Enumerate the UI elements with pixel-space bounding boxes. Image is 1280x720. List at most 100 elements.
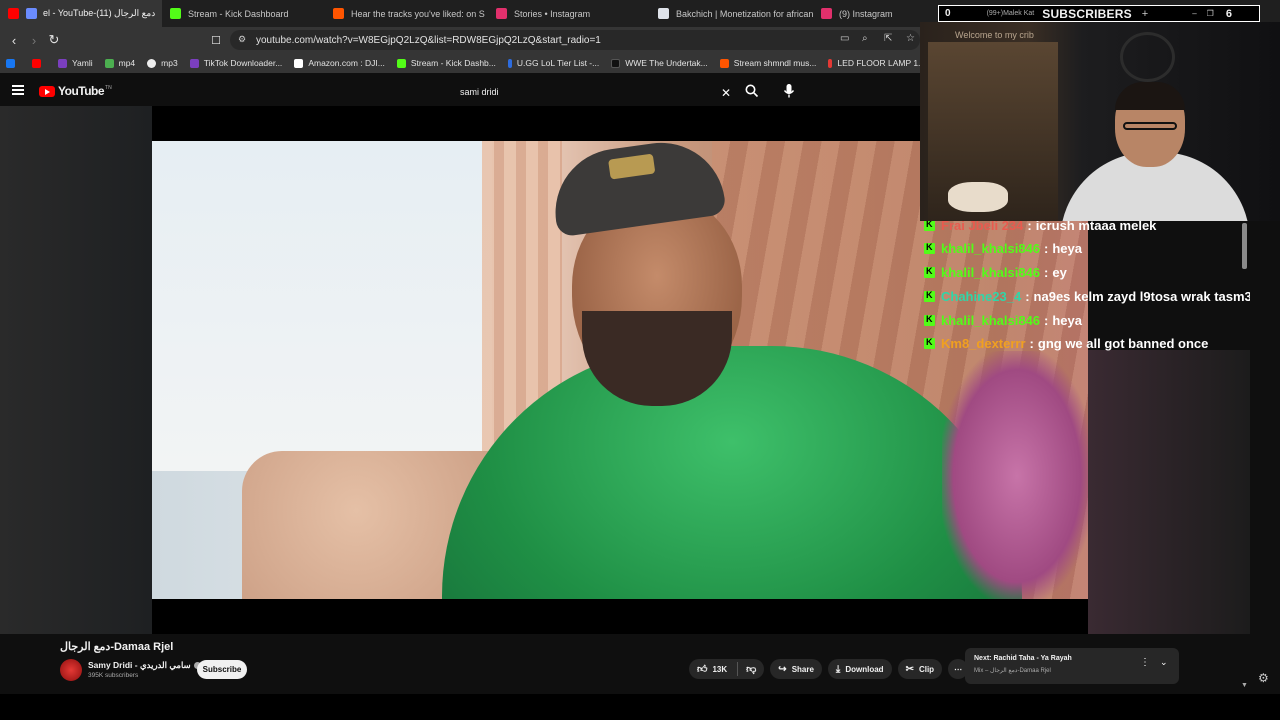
chevron-down-icon[interactable]: ⌄: [1160, 657, 1168, 668]
next-video-title: Next: Rachid Taha - Ya Rayah: [974, 655, 1072, 662]
search-input[interactable]: [453, 87, 703, 97]
tab-youtube[interactable]: el - YouTube-دمع الرجال (11) ✕: [0, 0, 162, 27]
site-info-icon[interactable]: ⚙: [238, 34, 246, 45]
chat-username[interactable]: Km8_dexterrr: [941, 336, 1026, 351]
more-horizontal-icon: ⋯: [954, 664, 963, 674]
forward-icon[interactable]: ›: [24, 33, 44, 48]
cast-icon[interactable]: ▭: [840, 33, 849, 44]
chat-message: khalil_khalsi846 : heya: [924, 310, 1082, 330]
bookmark-kick-dashboard[interactable]: Stream - Kick Dashb...: [396, 58, 496, 68]
like-button[interactable]: 👍︎ 13K 👎︎: [689, 659, 765, 679]
share-button[interactable]: ↪ Share: [770, 659, 822, 679]
bookmark-wwe[interactable]: WWE The Undertak...: [611, 58, 708, 68]
chat-text: ey: [1052, 264, 1067, 280]
thumbs-down-icon[interactable]: 👎︎: [746, 663, 756, 675]
bookmark-mp3[interactable]: mp3: [147, 58, 178, 68]
download-label: Download: [845, 664, 884, 674]
chat-separator: :: [1044, 240, 1049, 256]
lamp-icon: [828, 58, 833, 68]
chat-username[interactable]: khalil_khalsi846: [941, 313, 1040, 328]
share-page-icon[interactable]: ⇱: [884, 33, 892, 44]
download-arrow-icon: [104, 58, 114, 68]
zoom-icon[interactable]: ⌕: [862, 33, 868, 44]
chat-message: khalil_khalsi846 : ey: [924, 262, 1067, 282]
bookmark-label: Stream shmndl mus...: [733, 58, 817, 68]
chat-text: gng we all got banned once: [1037, 335, 1209, 351]
youtube-logo[interactable]: YouTube TN: [39, 84, 112, 98]
chat-message: Km8_dexterrr : gng we all got banned onc…: [924, 333, 1208, 351]
bookmark-facebook[interactable]: [6, 58, 20, 68]
star-icon[interactable]: ☆: [906, 33, 915, 44]
bookmark-yamli[interactable]: Yamli: [58, 58, 93, 68]
url-text: youtube.com/watch?v=W8EGjpQ2LzQ&list=RDW…: [256, 34, 601, 46]
download-button[interactable]: ⤓ Download: [827, 659, 892, 679]
subscriber-counter-overlay: 0 (99+)Malek Kat SUBSCRIBERS + –❐ 6: [938, 5, 1260, 22]
bookmark-label: LED FLOOR LAMP 1...: [837, 58, 926, 68]
back-icon[interactable]: ‹: [4, 33, 24, 48]
page-background-left: [0, 106, 152, 634]
page-background-right: [1088, 350, 1250, 634]
menu-icon[interactable]: [12, 85, 24, 95]
chat-separator: :: [1025, 288, 1030, 304]
instagram-favicon-icon: [496, 8, 507, 19]
search-button[interactable]: [745, 84, 759, 103]
tab-soundcloud[interactable]: Hear the tracks you've liked: on S: [325, 0, 488, 27]
skull-decoration-icon: [1120, 32, 1175, 82]
subscriber-count-text: 395K subscribers: [88, 672, 139, 679]
soundcloud-favicon-icon: [333, 8, 344, 19]
clip-button[interactable]: ✂ Clip: [897, 659, 943, 679]
reload-icon[interactable]: ↻: [44, 32, 64, 48]
channel-name[interactable]: Samy Dridi - سامي الدريدي: [88, 660, 191, 671]
bookmark-mp4[interactable]: mp4: [104, 58, 136, 68]
bookmark-label: mp4: [118, 58, 136, 68]
tab-kick-dashboard[interactable]: Stream - Kick Dashboard: [162, 0, 325, 27]
tab-instagram[interactable]: (9) Instagram: [813, 0, 920, 27]
kick-badge-icon: [924, 266, 935, 278]
bookmark-soundcloud[interactable]: Stream shmndl mus...: [719, 58, 817, 68]
new-tab-icon[interactable]: +: [1142, 8, 1148, 20]
scroll-down-arrow-icon[interactable]: ▼: [1241, 682, 1248, 689]
bookmark-amazon[interactable]: Amazon.com : DJI...: [294, 58, 385, 68]
gear-icon[interactable]: ⚙: [1258, 671, 1269, 685]
bookmark-label: mp3: [161, 58, 178, 68]
tab-bakchich[interactable]: Bakchich | Monetization for african c: [650, 0, 813, 27]
streamer-webcam: Welcome to my crib: [920, 22, 1280, 221]
subscribers-label: SUBSCRIBERS: [1042, 6, 1132, 21]
more-vertical-icon[interactable]: ⋮: [1140, 657, 1150, 668]
next-up-panel[interactable]: Next: Rachid Taha - Ya Rayah Mix – دمع ا…: [965, 648, 1179, 684]
voice-search-button[interactable]: [782, 83, 796, 104]
tab-instagram-stories[interactable]: Stories • Instagram: [488, 0, 650, 27]
window-controls[interactable]: –❐: [1192, 9, 1224, 18]
video-details: دمع الرجال-Damaa Rjel Samy Dridi - سامي …: [0, 634, 1250, 694]
ugg-icon: [507, 58, 512, 68]
address-bar[interactable]: ⚙ youtube.com/watch?v=W8EGjpQ2LzQ&list=R…: [230, 30, 920, 50]
bookmark-ugg[interactable]: U.GG LoL Tier List -...: [507, 58, 599, 68]
search-box: ✕: [452, 81, 740, 103]
bookmark-label: WWE The Undertak...: [625, 58, 708, 68]
scissors-icon: ✂: [905, 663, 914, 675]
bookmark-tiktok-downloader[interactable]: TikTok Downloader...: [189, 58, 283, 68]
close-tab-icon[interactable]: ✕: [155, 7, 162, 20]
chat-scrollbar[interactable]: [1242, 223, 1247, 269]
chat-username[interactable]: khalil_khalsi846: [941, 241, 1040, 256]
subscribe-button[interactable]: Subscribe: [197, 660, 247, 679]
clear-search-icon[interactable]: ✕: [721, 86, 731, 100]
video-actions: 👍︎ 13K 👎︎ ↪ Share ⤓ Download ✂ Clip ⋯: [689, 659, 974, 679]
like-count: 13K: [712, 664, 728, 674]
microphone-icon: [783, 84, 795, 98]
tab-group-icon: [26, 8, 37, 19]
bookmark-led-lamp[interactable]: LED FLOOR LAMP 1...: [828, 58, 925, 68]
tab-label: Stories • Instagram: [514, 8, 591, 19]
tab-label: (9) Instagram: [839, 8, 893, 19]
bookmark-youtube[interactable]: [32, 58, 46, 68]
bookmark-label: TikTok Downloader...: [203, 58, 283, 68]
logo-text: YouTube: [58, 84, 105, 98]
tab-label: el - YouTube-دمع الرجال (11): [43, 8, 156, 18]
chat-username[interactable]: Frai Jbeli 234: [941, 221, 1023, 233]
channel-name-row[interactable]: Samy Dridi - سامي الدريدي: [88, 660, 201, 671]
search-icon: [745, 84, 759, 98]
chat-username[interactable]: Chahine23_4: [941, 289, 1021, 304]
bookmark-icon[interactable]: ☐: [206, 34, 226, 47]
channel-avatar[interactable]: [60, 659, 82, 681]
chat-username[interactable]: khalil_khalsi846: [941, 265, 1040, 280]
